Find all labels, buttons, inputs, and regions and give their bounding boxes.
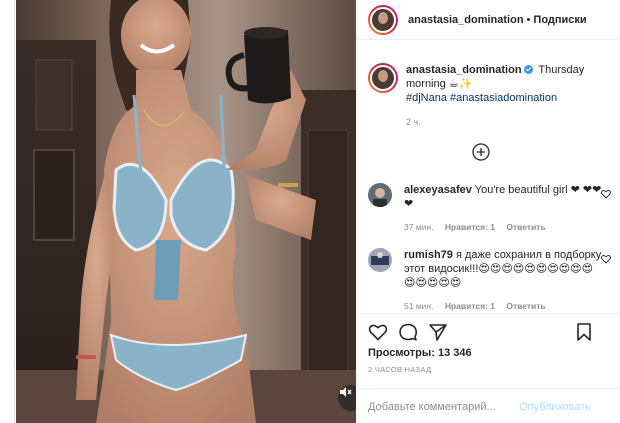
- mute-icon: [340, 387, 352, 397]
- avatar[interactable]: [368, 4, 398, 35]
- comment-time: 37 мин.: [404, 222, 434, 232]
- avatar[interactable]: [368, 248, 392, 272]
- heart-icon[interactable]: [601, 254, 611, 264]
- video-frame-image: [16, 0, 356, 423]
- post-header: anastasia_domination • Подписки: [358, 0, 620, 40]
- comment-likes[interactable]: Нравится: 1: [445, 222, 495, 232]
- comment-item: alexeyasafev You're beautiful girl ❤ ❤❤❤…: [368, 183, 611, 234]
- posted-time: 2 ЧАСОВ НАЗАД: [368, 365, 432, 374]
- caption-username[interactable]: anastasia_domination: [406, 64, 522, 76]
- bookmark-icon[interactable]: [574, 322, 594, 342]
- header-separator: •: [526, 13, 531, 26]
- reply-button[interactable]: Ответить: [506, 222, 545, 232]
- views-value: 13 346: [437, 347, 472, 359]
- comment-time: 51 мин.: [404, 301, 434, 311]
- views-count[interactable]: Просмотры: 13 346: [368, 347, 472, 359]
- share-icon[interactable]: [428, 322, 448, 342]
- caption-avatar[interactable]: [368, 63, 398, 93]
- comment-icon[interactable]: [398, 322, 418, 342]
- header-username[interactable]: anastasia_domination: [408, 14, 524, 26]
- post-actions: Просмотры: 13 346 2 ЧАСОВ НАЗАД Опублико…: [358, 313, 620, 423]
- comment-likes[interactable]: Нравится: 1: [445, 301, 495, 311]
- follow-button[interactable]: Подписки: [533, 14, 586, 26]
- post-caption: anastasia_domination Thursday morning ☕✨…: [368, 63, 613, 129]
- views-label: Просмотры:: [368, 347, 435, 359]
- comment-username[interactable]: rumish79: [404, 249, 453, 261]
- comment-input[interactable]: [368, 400, 518, 413]
- hashtag-link[interactable]: #anastasiadomination: [450, 92, 557, 104]
- comment-item: rumish79 я даже сохранил в подборку этот…: [368, 248, 611, 313]
- verified-icon: [523, 65, 533, 74]
- reply-button[interactable]: Ответить: [506, 301, 545, 311]
- comment-username[interactable]: alexeyasafev: [404, 184, 472, 196]
- comment-form: Опубликовать: [358, 388, 620, 423]
- post-details-panel: anastasia_domination • Подписки anastasi…: [357, 0, 620, 423]
- publish-button[interactable]: Опубликовать: [519, 401, 591, 413]
- caption-time: 2 ч.: [406, 117, 421, 127]
- plus-circle-icon[interactable]: [472, 143, 490, 161]
- heart-icon[interactable]: [368, 322, 388, 342]
- avatar[interactable]: [368, 183, 392, 207]
- post-video[interactable]: [16, 0, 356, 423]
- hashtag-link[interactable]: #djNana: [406, 92, 447, 104]
- heart-icon[interactable]: [601, 189, 611, 199]
